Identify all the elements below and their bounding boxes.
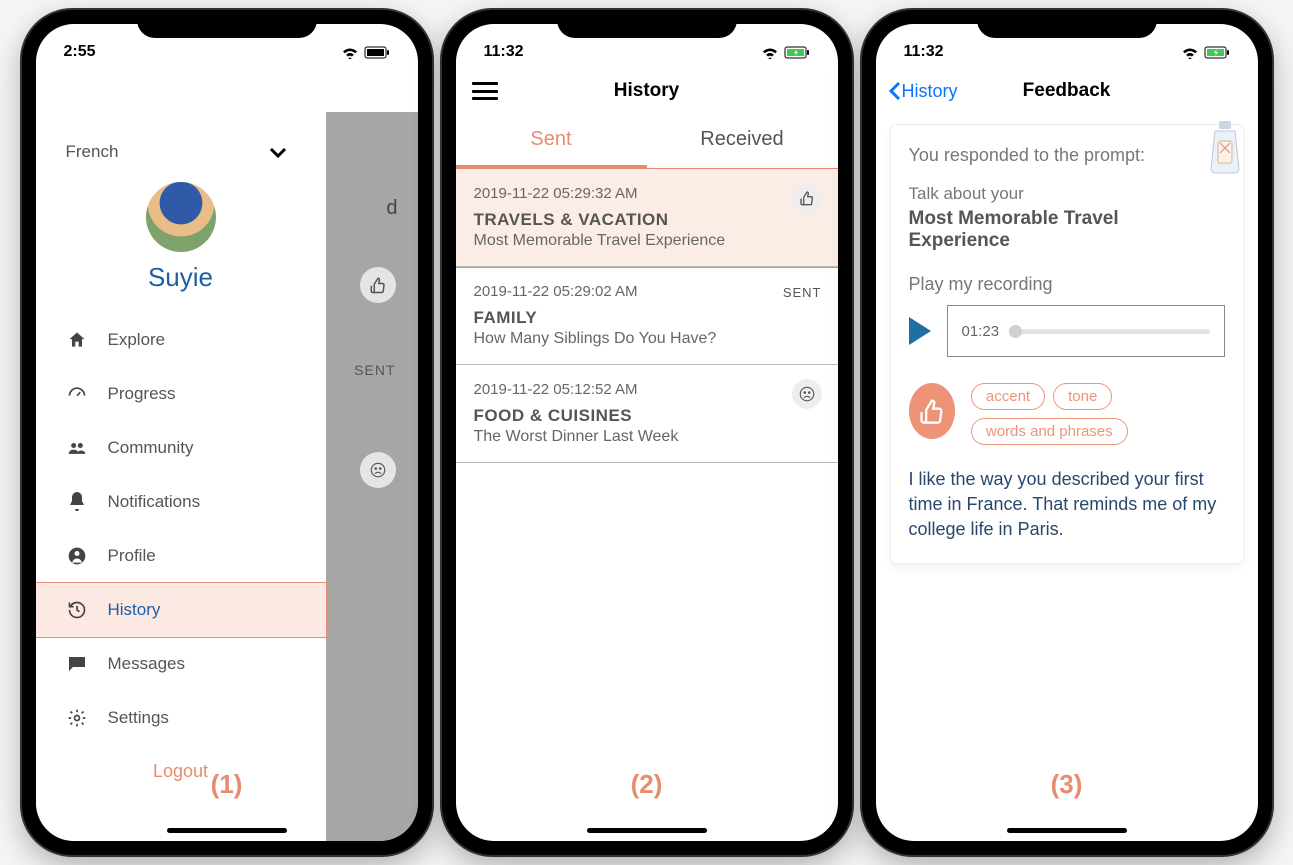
- phone-label: (2): [631, 769, 663, 800]
- menu-label: History: [108, 600, 161, 620]
- prompt-title: Most Memorable Travel Experience: [909, 208, 1225, 252]
- menu-item-progress[interactable]: Progress: [36, 367, 326, 421]
- feedback-card: You responded to the prompt: Talk about …: [890, 124, 1244, 564]
- feedback-tag[interactable]: words and phrases: [971, 418, 1128, 445]
- play-button[interactable]: [909, 317, 931, 345]
- logout-button[interactable]: Logout: [36, 761, 326, 782]
- history-date: 2019-11-22 05:29:02 AM: [474, 283, 820, 300]
- menu-button[interactable]: [472, 82, 498, 100]
- menu-item-community[interactable]: Community: [36, 421, 326, 475]
- status-time: 2:55: [64, 43, 96, 61]
- battery-charging-icon: [784, 46, 810, 59]
- sad-face-icon: [792, 379, 822, 409]
- time-code: 01:23: [962, 323, 1000, 340]
- status-time: 11:32: [484, 43, 524, 61]
- menu-label: Explore: [108, 330, 166, 350]
- audio-progress[interactable]: 01:23: [947, 305, 1225, 357]
- history-subtitle: Most Memorable Travel Experience: [474, 232, 820, 250]
- tab-received[interactable]: Received: [647, 114, 838, 168]
- user-icon: [66, 545, 88, 567]
- menu-label: Community: [108, 438, 194, 458]
- menu-label: Progress: [108, 384, 176, 404]
- sent-badge: SENT: [783, 285, 822, 300]
- history-item[interactable]: 2019-11-22 05:29:02 AM FAMILY How Many S…: [456, 267, 838, 365]
- sent-label: SENT: [354, 362, 395, 378]
- page-title: Feedback: [1023, 80, 1111, 102]
- message-icon: [66, 653, 88, 675]
- username: Suyie: [36, 262, 326, 293]
- menu-label: Messages: [108, 654, 185, 674]
- wifi-icon: [1181, 46, 1199, 59]
- phone-label: (1): [211, 769, 243, 800]
- history-item[interactable]: 2019-11-22 05:29:32 AM TRAVELS & VACATIO…: [456, 169, 838, 267]
- gear-icon: [66, 707, 88, 729]
- history-item[interactable]: 2019-11-22 05:12:52 AM FOOD & CUISINES T…: [456, 365, 838, 463]
- feedback-tag[interactable]: accent: [971, 383, 1045, 410]
- navigation-drawer: French Suyie Explore Progress: [36, 112, 326, 841]
- battery-icon: [364, 46, 390, 59]
- history-category: FAMILY: [474, 308, 820, 328]
- tab-sent[interactable]: Sent: [456, 114, 647, 168]
- menu-item-notifications[interactable]: Notifications: [36, 475, 326, 529]
- user-avatar[interactable]: [146, 182, 216, 252]
- wifi-icon: [761, 46, 779, 59]
- prompt-intro: You responded to the prompt:: [909, 145, 1225, 166]
- battery-charging-icon: [1204, 46, 1230, 59]
- history-subtitle: The Worst Dinner Last Week: [474, 428, 820, 446]
- back-label: History: [902, 81, 958, 102]
- play-label: Play my recording: [909, 274, 1225, 295]
- history-subtitle: How Many Siblings Do You Have?: [474, 330, 820, 348]
- prompt-lead: Talk about your: [909, 184, 1225, 204]
- menu-item-history[interactable]: History: [36, 583, 326, 637]
- menu-label: Profile: [108, 546, 156, 566]
- status-time: 11:32: [904, 43, 944, 61]
- history-category: FOOD & CUISINES: [474, 406, 820, 426]
- sad-face-icon: [360, 452, 396, 488]
- history-date: 2019-11-22 05:29:32 AM: [474, 185, 820, 202]
- history-category: TRAVELS & VACATION: [474, 210, 820, 230]
- history-icon: [66, 599, 88, 621]
- page-title: History: [614, 80, 679, 102]
- phone-label: (3): [1051, 769, 1083, 800]
- language-label: French: [66, 142, 119, 162]
- menu-item-explore[interactable]: Explore: [36, 313, 326, 367]
- language-selector[interactable]: French: [36, 142, 326, 162]
- thumbs-up-badge: [909, 383, 955, 439]
- history-date: 2019-11-22 05:12:52 AM: [474, 381, 820, 398]
- menu-item-messages[interactable]: Messages: [36, 637, 326, 691]
- people-icon: [66, 437, 88, 459]
- progress-bar[interactable]: [1009, 329, 1209, 334]
- menu-label: Settings: [108, 708, 169, 728]
- menu-label: Notifications: [108, 492, 201, 512]
- feedback-tag[interactable]: tone: [1053, 383, 1112, 410]
- feedback-text: I like the way you described your first …: [909, 467, 1225, 543]
- back-button[interactable]: History: [888, 81, 958, 102]
- menu-item-profile[interactable]: Profile: [36, 529, 326, 583]
- speedometer-icon: [66, 383, 88, 405]
- menu-item-settings[interactable]: Settings: [36, 691, 326, 745]
- thumbs-up-icon: [792, 183, 822, 213]
- wifi-icon: [341, 46, 359, 59]
- bottle-icon: [1205, 119, 1245, 175]
- thumbs-up-icon: [360, 267, 396, 303]
- bell-icon: [66, 491, 88, 513]
- home-icon: [66, 329, 88, 351]
- chevron-down-icon: [268, 145, 288, 159]
- chevron-left-icon: [888, 81, 902, 101]
